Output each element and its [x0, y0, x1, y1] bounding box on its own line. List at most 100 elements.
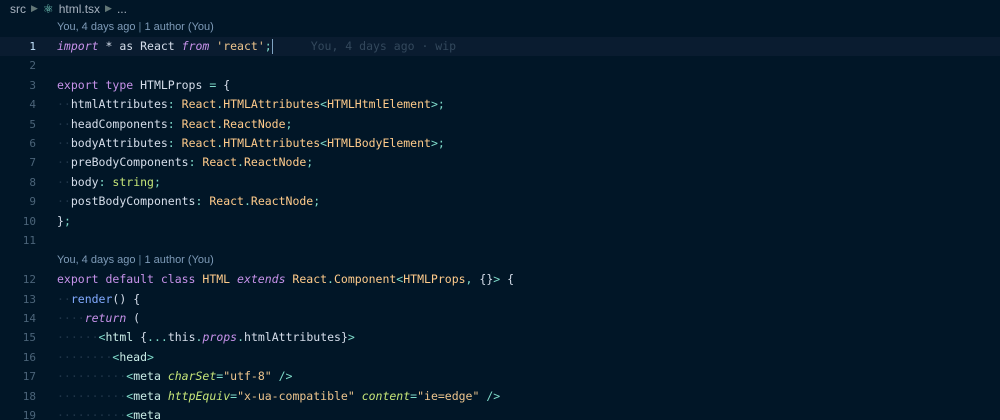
code-text[interactable]: ······<html {...this.props.htmlAttribute…	[57, 328, 355, 347]
code-token: :	[98, 174, 113, 189]
code-line[interactable]: 5 ··headComponents: React.ReactNode;	[0, 115, 1000, 134]
code-token: ··	[57, 135, 71, 150]
code-text[interactable]: import * as React from 'react'; You, 4 da…	[57, 37, 456, 56]
code-text[interactable]: ····return (	[57, 309, 140, 328]
code-token: ····	[57, 311, 85, 326]
code-token: ········	[57, 349, 113, 364]
code-token: >	[347, 330, 355, 345]
code-text[interactable]: ········<head>	[57, 348, 154, 367]
code-token: HTMLProps	[403, 272, 466, 287]
code-line[interactable]: 7 ··preBodyComponents: React.ReactNode;	[0, 153, 1000, 172]
code-token: ReactNode	[243, 155, 307, 170]
code-token: ··	[57, 194, 71, 209]
code-token: content	[361, 388, 411, 403]
code-token: HTMLAttributes	[223, 97, 321, 112]
code-token: }	[57, 213, 64, 228]
code-line[interactable]: 19 ··········<meta	[0, 406, 1000, 420]
react-file-icon: ⚛	[42, 1, 54, 16]
code-token: meta	[133, 388, 168, 403]
code-token: default	[105, 272, 161, 287]
code-token: preBodyComponents	[70, 155, 189, 170]
code-line[interactable]: 18 ··········<meta httpEquiv="x-ua-compat…	[0, 387, 1000, 406]
code-token: extends	[237, 272, 293, 287]
line-number: 4	[29, 98, 36, 112]
code-line[interactable]: 12 export default class HTML extends Reac…	[0, 270, 1000, 289]
code-token: ··········	[57, 388, 127, 403]
code-token: ··	[57, 155, 71, 170]
codelens-authors[interactable]: 1 author (You)	[144, 21, 213, 33]
code-text[interactable]: };	[57, 212, 71, 231]
code-line[interactable]: 16 ········<head>	[0, 348, 1000, 367]
codelens-authors[interactable]: 1 author (You)	[144, 254, 213, 266]
breadcrumb: src ▶ ⚛ html.tsx ▶ ...	[10, 0, 127, 17]
code-token: ;	[437, 135, 445, 150]
code-text[interactable]: ··htmlAttributes: React.HTMLAttributes<H…	[57, 95, 445, 114]
code-line[interactable]: 4 ··htmlAttributes: React.HTMLAttributes<…	[0, 95, 1000, 114]
code-line[interactable]: 3 export type HTMLProps = {	[0, 76, 1000, 95]
line-number: 1	[29, 40, 36, 53]
code-token: React	[181, 116, 217, 131]
code-token: ;	[437, 97, 445, 112]
breadcrumb-file[interactable]: html.tsx	[59, 2, 100, 16]
code-token: head	[119, 349, 148, 364]
code-token: htmlAttributes	[244, 330, 341, 345]
code-token: ReactNode	[250, 194, 314, 209]
chevron-right-icon: ▶	[105, 3, 112, 13]
code-line[interactable]: 10};	[0, 212, 1000, 231]
code-token: HTMLProps	[140, 77, 210, 92]
code-token: ··	[57, 291, 71, 306]
code-token: {	[223, 77, 231, 92]
code-text[interactable]: ··bodyAttributes: React.HTMLAttributes<H…	[57, 134, 445, 153]
line-number: 2	[29, 59, 36, 73]
code-token: "utf-8"	[223, 369, 279, 384]
code-line[interactable]: 8 ··body: string;	[0, 173, 1000, 192]
line-number: 5	[29, 117, 36, 131]
code-token: ;	[313, 194, 321, 209]
inline-git-blame: You, 4 days ago · wip	[310, 39, 457, 53]
line-number: 8	[29, 175, 36, 189]
code-line[interactable]: 6 ··bodyAttributes: React.HTMLAttributes<…	[0, 134, 1000, 153]
code-token: HTMLAttributes	[223, 135, 321, 150]
code-token: ······	[57, 330, 99, 345]
code-line[interactable]: 1 import * as React from 'react'; You, 4 d…	[0, 37, 1000, 57]
code-token: from	[181, 39, 217, 53]
code-line[interactable]: 11	[0, 231, 1000, 250]
code-token: ;	[153, 174, 161, 189]
code-token: export	[57, 77, 106, 92]
line-number: 9	[29, 195, 36, 209]
code-line[interactable]: 17 ··········<meta charSet="utf-8" />	[0, 367, 1000, 386]
code-token: class	[160, 272, 203, 287]
code-text[interactable]: ··postBodyComponents: React.ReactNode;	[57, 192, 320, 211]
breadcrumb-folder[interactable]: src	[10, 2, 26, 16]
code-text[interactable]: ··headComponents: React.ReactNode;	[57, 115, 292, 134]
code-line[interactable]: 9 ··postBodyComponents: React.ReactNode;	[0, 192, 1000, 211]
code-editor[interactable]: You, 4 days ago | 1 author (You) 1 import …	[0, 17, 1000, 420]
code-text[interactable]: export type HTMLProps = {	[57, 76, 230, 95]
code-token: headComponents	[70, 116, 168, 131]
code-line[interactable]: 13 ··render() {	[0, 290, 1000, 309]
code-token: as	[119, 39, 141, 53]
code-line[interactable]: 14 ····return (	[0, 309, 1000, 328]
code-line[interactable]: 2	[0, 56, 1000, 75]
code-token: html	[105, 330, 141, 345]
code-token: ;	[285, 116, 293, 131]
git-codelens[interactable]: You, 4 days ago | 1 author (You)	[0, 17, 1000, 37]
codelens-author-time[interactable]: You, 4 days ago	[57, 254, 136, 266]
code-text[interactable]: ··body: string;	[57, 173, 161, 192]
code-text[interactable]: ··········<meta	[57, 406, 161, 420]
code-text[interactable]: ··········<meta httpEquiv="x-ua-compatib…	[57, 387, 500, 406]
code-line[interactable]: 15 ······<html {...this.props.htmlAttribu…	[0, 328, 1000, 347]
breadcrumb-symbol[interactable]: ...	[117, 2, 127, 16]
code-token: .	[237, 155, 244, 170]
codelens-author-time[interactable]: You, 4 days ago	[57, 21, 136, 33]
code-token: return	[84, 311, 134, 326]
line-number: 15	[22, 331, 36, 345]
code-text[interactable]: ··render() {	[57, 290, 140, 309]
code-token: React	[292, 272, 328, 287]
code-token: :	[195, 194, 210, 209]
code-text[interactable]: export default class HTML extends React.…	[57, 270, 514, 289]
code-text[interactable]: ··preBodyComponents: React.ReactNode;	[57, 153, 313, 172]
git-codelens[interactable]: You, 4 days ago | 1 author (You)	[0, 250, 1000, 270]
code-text[interactable]: ··········<meta charSet="utf-8" />	[57, 367, 292, 386]
text-cursor	[271, 39, 273, 54]
